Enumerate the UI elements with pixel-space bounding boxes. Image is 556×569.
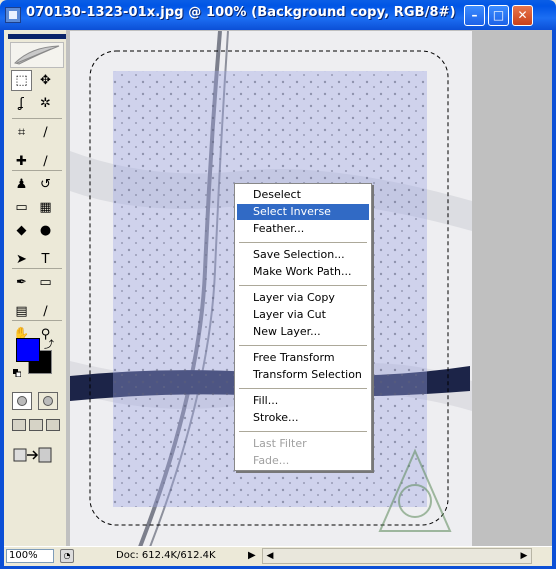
marquee-tool[interactable]: ⬚ (11, 70, 32, 91)
dodge-tool[interactable]: ● (35, 220, 56, 241)
standard-mode-button[interactable] (12, 392, 32, 410)
notes-icon: ▤ (15, 304, 28, 319)
toolbox: ⬚ ✥ ʆ ✲ ⌗ ∕ ✚ ∕ ♟ ↺ ▭ ▦ ◆ ● ➤ T ✒ ▭ ▤ ∕ ✋ ⚲ ⤴ (4, 30, 66, 546)
crop-icon: ⌗ (17, 125, 26, 140)
lasso-icon: ʆ (19, 96, 24, 111)
menu-separator (239, 388, 367, 389)
full-screen-menu-mode-button[interactable] (29, 419, 43, 431)
title-bar[interactable]: 070130-1323-01x.jpg @ 100% (Background c… (0, 0, 556, 30)
menu-separator (239, 431, 367, 432)
magic-wand-tool[interactable]: ✲ (35, 93, 56, 114)
foreground-color-swatch[interactable] (16, 338, 40, 362)
scroll-left-icon[interactable]: ◀ (263, 549, 277, 563)
document-icon (5, 7, 21, 23)
minimize-button[interactable]: – (464, 5, 485, 26)
scroll-right-icon[interactable]: ▶ (517, 549, 531, 563)
menu-item-last-filter: Last Filter (253, 437, 307, 450)
close-button[interactable]: ✕ (512, 5, 533, 26)
slice-icon: ∕ (43, 125, 48, 140)
maximize-button[interactable]: □ (488, 5, 509, 26)
eyedropper-tool[interactable]: ∕ (35, 301, 56, 322)
brush-tool[interactable]: ∕ (35, 151, 56, 172)
context-menu: Deselect Select Inverse Feather... Save Sel… (234, 183, 372, 471)
standard-screen-mode-button[interactable] (12, 419, 26, 431)
shape-tool[interactable]: ▭ (35, 272, 56, 293)
vertical-scrollbar[interactable] (536, 30, 552, 546)
slice-tool[interactable]: ∕ (35, 122, 56, 143)
pen-tool[interactable]: ✒ (11, 272, 32, 293)
menu-separator (239, 345, 367, 346)
lasso-tool[interactable]: ʆ (11, 93, 32, 114)
quick-mask-mode-button[interactable] (38, 392, 58, 410)
path-selection-tool[interactable]: ➤ (11, 249, 32, 270)
dodge-icon: ● (39, 223, 52, 238)
history-brush-icon: ↺ (40, 177, 51, 192)
menu-separator (239, 242, 367, 243)
adobe-feather-logo[interactable] (10, 42, 64, 68)
blur-icon: ◆ (16, 223, 27, 238)
crop-tool[interactable]: ⌗ (11, 122, 32, 143)
gradient-tool[interactable]: ▦ (35, 197, 56, 218)
menu-item-layer-via-copy[interactable]: Layer via Copy (237, 290, 369, 306)
menu-item-feather[interactable]: Feather... (237, 221, 369, 237)
menu-item-fade: Fade... (253, 454, 290, 467)
menu-separator (239, 285, 367, 286)
horizontal-scrollbar[interactable]: ◀ ▶ (262, 548, 532, 564)
menu-item-fill[interactable]: Fill... (237, 393, 369, 409)
healing-brush-tool[interactable]: ✚ (11, 151, 32, 172)
menu-item-transform-selection[interactable]: Transform Selection (237, 367, 369, 383)
status-bar: 100% ◔ Doc: 612.4K/612.4K ▶ ◀ ▶ (4, 546, 552, 566)
menu-item-free-transform[interactable]: Free Transform (237, 350, 369, 366)
eraser-tool[interactable]: ▭ (11, 197, 32, 218)
zoom-level-field[interactable]: 100% (6, 549, 54, 563)
clone-stamp-icon: ♟ (15, 177, 28, 192)
marquee-icon: ⬚ (15, 73, 28, 88)
menu-item-new-layer[interactable]: New Layer... (237, 324, 369, 340)
jump-to-imageready-icon[interactable] (13, 445, 53, 465)
window-title: 070130-1323-01x.jpg @ 100% (Background c… (26, 5, 456, 20)
type-icon: T (41, 252, 50, 267)
swap-colors-icon[interactable]: ⤴ (44, 336, 54, 351)
status-menu-arrow-icon[interactable]: ▶ (248, 550, 256, 561)
full-screen-mode-button[interactable] (46, 419, 60, 431)
menu-item-deselect[interactable]: Deselect (237, 187, 369, 203)
window-frame-right (552, 30, 556, 569)
toolbox-separator (12, 320, 62, 321)
blur-tool[interactable]: ◆ (11, 220, 32, 241)
menu-item-layer-via-cut[interactable]: Layer via Cut (237, 307, 369, 323)
toolbox-title-bar[interactable] (8, 34, 66, 39)
gradient-icon: ▦ (39, 200, 52, 215)
brush-icon: ∕ (43, 154, 48, 169)
eyedropper-icon: ∕ (43, 304, 48, 319)
document-size-info: Doc: 612.4K/612.4K (116, 550, 216, 561)
default-colors-icon[interactable] (13, 369, 21, 377)
eraser-icon: ▭ (15, 200, 28, 215)
history-brush-tool[interactable]: ↺ (35, 174, 56, 195)
move-tool[interactable]: ✥ (35, 70, 56, 91)
photoshop-document-window: 070130-1323-01x.jpg @ 100% (Background c… (0, 0, 556, 569)
menu-item-select-inverse[interactable]: Select Inverse (237, 204, 369, 220)
menu-item-save-selection[interactable]: Save Selection... (237, 247, 369, 263)
notes-tool[interactable]: ▤ (11, 301, 32, 322)
clone-stamp-tool[interactable]: ♟ (11, 174, 32, 195)
status-info-icon[interactable]: ◔ (60, 549, 74, 563)
type-tool[interactable]: T (35, 249, 56, 270)
pen-icon: ✒ (16, 275, 27, 290)
move-icon: ✥ (40, 73, 51, 88)
menu-item-make-work-path[interactable]: Make Work Path... (237, 264, 369, 280)
toolbox-separator (12, 268, 62, 269)
magic-wand-icon: ✲ (40, 96, 51, 111)
toolbox-separator (12, 118, 62, 119)
healing-brush-icon: ✚ (16, 154, 27, 169)
toolbox-separator (12, 170, 62, 171)
menu-item-stroke[interactable]: Stroke... (237, 410, 369, 426)
shape-icon: ▭ (39, 275, 52, 290)
path-selection-icon: ➤ (16, 252, 27, 267)
